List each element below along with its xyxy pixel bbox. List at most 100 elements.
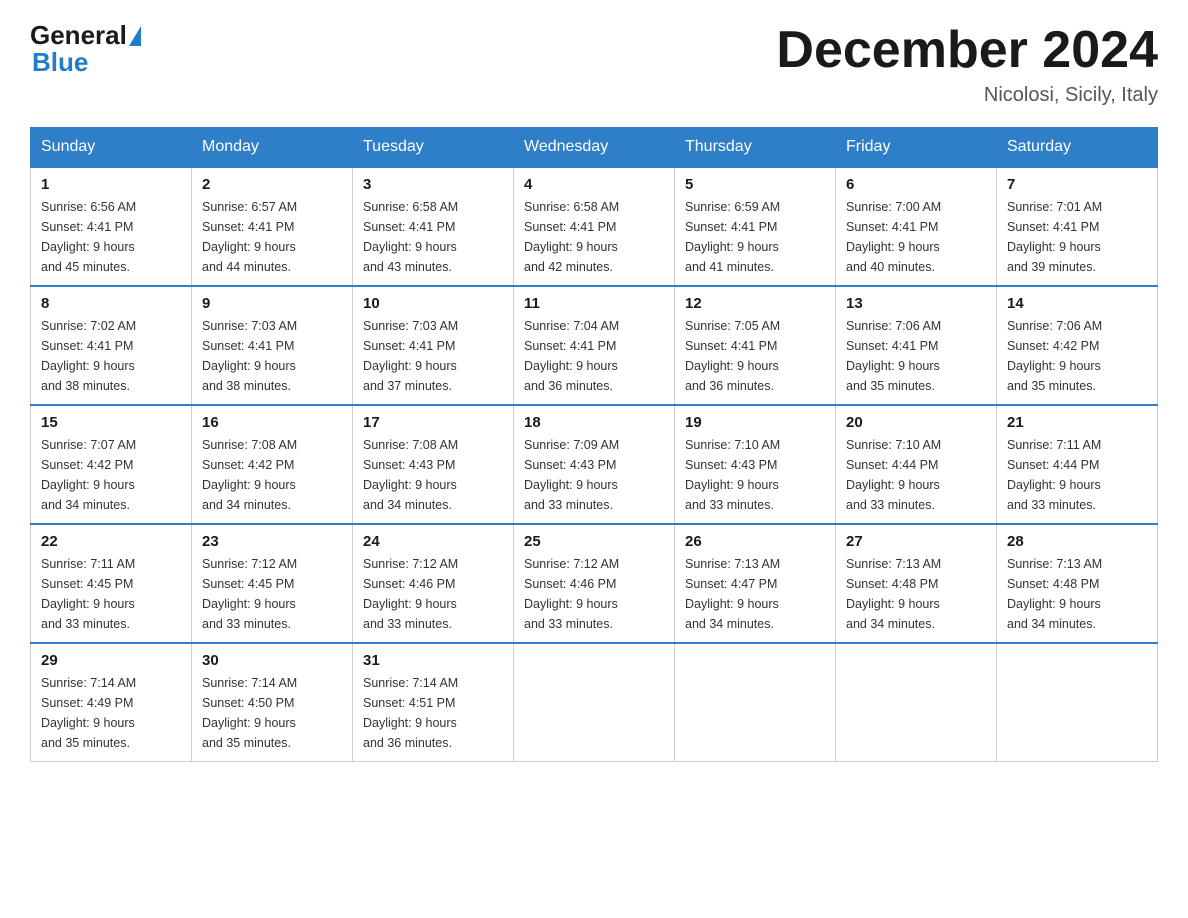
day-info: Sunrise: 7:06 AM Sunset: 4:42 PM Dayligh… <box>1007 316 1147 396</box>
day-number: 15 <box>41 414 181 431</box>
day-info: Sunrise: 7:12 AM Sunset: 4:46 PM Dayligh… <box>363 554 503 634</box>
calendar-cell: 26 Sunrise: 7:13 AM Sunset: 4:47 PM Dayl… <box>675 524 836 643</box>
calendar-cell: 4 Sunrise: 6:58 AM Sunset: 4:41 PM Dayli… <box>514 167 675 286</box>
calendar-week-4: 22 Sunrise: 7:11 AM Sunset: 4:45 PM Dayl… <box>31 524 1158 643</box>
calendar-cell: 10 Sunrise: 7:03 AM Sunset: 4:41 PM Dayl… <box>353 286 514 405</box>
day-number: 19 <box>685 414 825 431</box>
day-number: 4 <box>524 176 664 193</box>
day-info: Sunrise: 7:03 AM Sunset: 4:41 PM Dayligh… <box>202 316 342 396</box>
calendar-cell: 15 Sunrise: 7:07 AM Sunset: 4:42 PM Dayl… <box>31 405 192 524</box>
calendar-cell: 25 Sunrise: 7:12 AM Sunset: 4:46 PM Dayl… <box>514 524 675 643</box>
day-info: Sunrise: 7:14 AM Sunset: 4:50 PM Dayligh… <box>202 673 342 753</box>
day-number: 6 <box>846 176 986 193</box>
header-monday: Monday <box>192 128 353 168</box>
day-info: Sunrise: 7:06 AM Sunset: 4:41 PM Dayligh… <box>846 316 986 396</box>
calendar-cell: 18 Sunrise: 7:09 AM Sunset: 4:43 PM Dayl… <box>514 405 675 524</box>
month-title: December 2024 <box>776 20 1158 80</box>
calendar-cell: 31 Sunrise: 7:14 AM Sunset: 4:51 PM Dayl… <box>353 643 514 762</box>
day-info: Sunrise: 7:00 AM Sunset: 4:41 PM Dayligh… <box>846 197 986 277</box>
header-friday: Friday <box>836 128 997 168</box>
calendar-cell: 17 Sunrise: 7:08 AM Sunset: 4:43 PM Dayl… <box>353 405 514 524</box>
day-number: 25 <box>524 533 664 550</box>
day-number: 20 <box>846 414 986 431</box>
day-number: 8 <box>41 295 181 312</box>
header-thursday: Thursday <box>675 128 836 168</box>
day-info: Sunrise: 7:05 AM Sunset: 4:41 PM Dayligh… <box>685 316 825 396</box>
calendar-cell: 9 Sunrise: 7:03 AM Sunset: 4:41 PM Dayli… <box>192 286 353 405</box>
calendar-cell: 29 Sunrise: 7:14 AM Sunset: 4:49 PM Dayl… <box>31 643 192 762</box>
calendar-header: Sunday Monday Tuesday Wednesday Thursday… <box>31 128 1158 168</box>
calendar-week-3: 15 Sunrise: 7:07 AM Sunset: 4:42 PM Dayl… <box>31 405 1158 524</box>
calendar-cell: 13 Sunrise: 7:06 AM Sunset: 4:41 PM Dayl… <box>836 286 997 405</box>
calendar-cell: 30 Sunrise: 7:14 AM Sunset: 4:50 PM Dayl… <box>192 643 353 762</box>
calendar-cell: 7 Sunrise: 7:01 AM Sunset: 4:41 PM Dayli… <box>997 167 1158 286</box>
day-info: Sunrise: 6:56 AM Sunset: 4:41 PM Dayligh… <box>41 197 181 277</box>
day-info: Sunrise: 6:58 AM Sunset: 4:41 PM Dayligh… <box>363 197 503 277</box>
day-info: Sunrise: 7:14 AM Sunset: 4:51 PM Dayligh… <box>363 673 503 753</box>
calendar-cell <box>675 643 836 762</box>
day-number: 17 <box>363 414 503 431</box>
calendar-cell: 23 Sunrise: 7:12 AM Sunset: 4:45 PM Dayl… <box>192 524 353 643</box>
calendar-cell <box>514 643 675 762</box>
day-number: 23 <box>202 533 342 550</box>
day-number: 27 <box>846 533 986 550</box>
day-info: Sunrise: 6:59 AM Sunset: 4:41 PM Dayligh… <box>685 197 825 277</box>
day-info: Sunrise: 7:08 AM Sunset: 4:42 PM Dayligh… <box>202 435 342 515</box>
day-info: Sunrise: 7:13 AM Sunset: 4:48 PM Dayligh… <box>1007 554 1147 634</box>
calendar-cell: 28 Sunrise: 7:13 AM Sunset: 4:48 PM Dayl… <box>997 524 1158 643</box>
day-number: 30 <box>202 652 342 669</box>
day-info: Sunrise: 7:12 AM Sunset: 4:45 PM Dayligh… <box>202 554 342 634</box>
day-number: 24 <box>363 533 503 550</box>
day-info: Sunrise: 7:12 AM Sunset: 4:46 PM Dayligh… <box>524 554 664 634</box>
calendar-body: 1 Sunrise: 6:56 AM Sunset: 4:41 PM Dayli… <box>31 167 1158 762</box>
calendar-cell: 8 Sunrise: 7:02 AM Sunset: 4:41 PM Dayli… <box>31 286 192 405</box>
header-wednesday: Wednesday <box>514 128 675 168</box>
day-info: Sunrise: 7:14 AM Sunset: 4:49 PM Dayligh… <box>41 673 181 753</box>
day-info: Sunrise: 7:13 AM Sunset: 4:48 PM Dayligh… <box>846 554 986 634</box>
day-number: 18 <box>524 414 664 431</box>
calendar-cell: 22 Sunrise: 7:11 AM Sunset: 4:45 PM Dayl… <box>31 524 192 643</box>
day-info: Sunrise: 7:04 AM Sunset: 4:41 PM Dayligh… <box>524 316 664 396</box>
day-number: 10 <box>363 295 503 312</box>
day-number: 31 <box>363 652 503 669</box>
calendar-week-2: 8 Sunrise: 7:02 AM Sunset: 4:41 PM Dayli… <box>31 286 1158 405</box>
day-number: 29 <box>41 652 181 669</box>
header-sunday: Sunday <box>31 128 192 168</box>
day-info: Sunrise: 7:10 AM Sunset: 4:43 PM Dayligh… <box>685 435 825 515</box>
header-saturday: Saturday <box>997 128 1158 168</box>
location-text: Nicolosi, Sicily, Italy <box>776 84 1158 107</box>
day-number: 14 <box>1007 295 1147 312</box>
calendar-cell: 27 Sunrise: 7:13 AM Sunset: 4:48 PM Dayl… <box>836 524 997 643</box>
calendar-cell <box>997 643 1158 762</box>
calendar-table: Sunday Monday Tuesday Wednesday Thursday… <box>30 127 1158 762</box>
calendar-week-1: 1 Sunrise: 6:56 AM Sunset: 4:41 PM Dayli… <box>31 167 1158 286</box>
calendar-cell: 24 Sunrise: 7:12 AM Sunset: 4:46 PM Dayl… <box>353 524 514 643</box>
calendar-cell: 14 Sunrise: 7:06 AM Sunset: 4:42 PM Dayl… <box>997 286 1158 405</box>
day-info: Sunrise: 7:11 AM Sunset: 4:44 PM Dayligh… <box>1007 435 1147 515</box>
calendar-cell: 12 Sunrise: 7:05 AM Sunset: 4:41 PM Dayl… <box>675 286 836 405</box>
day-info: Sunrise: 6:58 AM Sunset: 4:41 PM Dayligh… <box>524 197 664 277</box>
day-number: 2 <box>202 176 342 193</box>
logo-triangle-icon <box>129 26 141 46</box>
day-info: Sunrise: 7:08 AM Sunset: 4:43 PM Dayligh… <box>363 435 503 515</box>
day-info: Sunrise: 6:57 AM Sunset: 4:41 PM Dayligh… <box>202 197 342 277</box>
calendar-cell: 20 Sunrise: 7:10 AM Sunset: 4:44 PM Dayl… <box>836 405 997 524</box>
day-number: 3 <box>363 176 503 193</box>
day-info: Sunrise: 7:01 AM Sunset: 4:41 PM Dayligh… <box>1007 197 1147 277</box>
day-info: Sunrise: 7:10 AM Sunset: 4:44 PM Dayligh… <box>846 435 986 515</box>
calendar-cell: 16 Sunrise: 7:08 AM Sunset: 4:42 PM Dayl… <box>192 405 353 524</box>
day-number: 28 <box>1007 533 1147 550</box>
day-number: 26 <box>685 533 825 550</box>
title-block: December 2024 Nicolosi, Sicily, Italy <box>776 20 1158 107</box>
calendar-cell: 5 Sunrise: 6:59 AM Sunset: 4:41 PM Dayli… <box>675 167 836 286</box>
page-header: General Blue December 2024 Nicolosi, Sic… <box>30 20 1158 107</box>
day-info: Sunrise: 7:13 AM Sunset: 4:47 PM Dayligh… <box>685 554 825 634</box>
logo-blue-text: Blue <box>32 47 143 78</box>
logo: General Blue <box>30 20 143 78</box>
calendar-cell: 6 Sunrise: 7:00 AM Sunset: 4:41 PM Dayli… <box>836 167 997 286</box>
day-info: Sunrise: 7:09 AM Sunset: 4:43 PM Dayligh… <box>524 435 664 515</box>
calendar-cell: 19 Sunrise: 7:10 AM Sunset: 4:43 PM Dayl… <box>675 405 836 524</box>
calendar-cell: 1 Sunrise: 6:56 AM Sunset: 4:41 PM Dayli… <box>31 167 192 286</box>
header-tuesday: Tuesday <box>353 128 514 168</box>
day-info: Sunrise: 7:07 AM Sunset: 4:42 PM Dayligh… <box>41 435 181 515</box>
